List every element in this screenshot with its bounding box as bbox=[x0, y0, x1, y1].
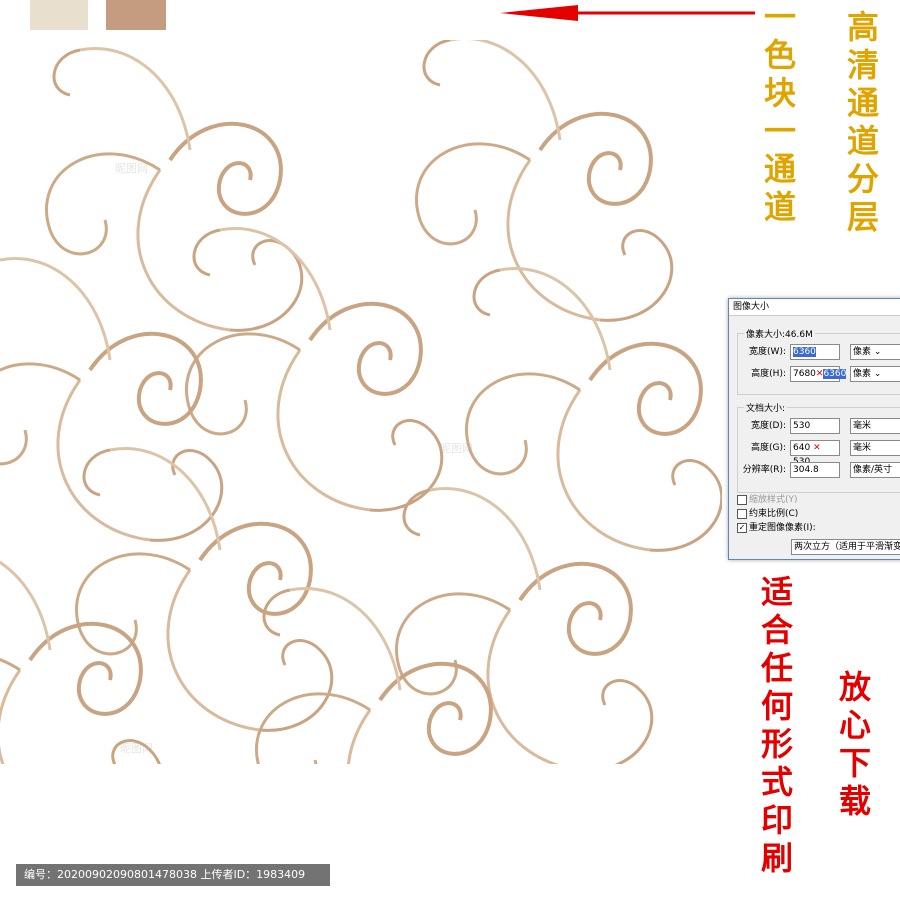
image-size-dialog: 图像大小 像素大小:46.6M 宽度(W): 6360 像素 ⌄ 高度(H): … bbox=[728, 298, 900, 560]
side-text-one-color-channel: 一色块一通道 bbox=[759, 0, 797, 228]
doc-height-label: 高度(G): bbox=[750, 443, 786, 453]
doc-width-label: 宽度(D): bbox=[751, 421, 786, 431]
side-text-suitable-print: 适合任何形式印刷 bbox=[756, 575, 794, 879]
checkbox-icon bbox=[737, 508, 747, 519]
image-info-bar: 编号：20200902090801478038 上传者ID：1983409 bbox=[16, 864, 330, 886]
constrain-proportions-checkbox[interactable]: 约束比例(C) bbox=[737, 507, 798, 521]
scale-styles-checkbox[interactable]: 缩放样式(Y) bbox=[737, 493, 798, 507]
color-swatch-dark bbox=[106, 0, 166, 30]
checkbox-icon bbox=[737, 494, 747, 505]
width-unit: 像素 bbox=[853, 347, 872, 357]
height-value-old: 7680 bbox=[793, 369, 816, 379]
watermark: 昵图网 bbox=[115, 162, 148, 175]
height-unit-select[interactable]: 像素 ⌄ bbox=[850, 366, 900, 382]
side-text-hd-layers: 高清通道分层 bbox=[842, 10, 880, 238]
doc-height-unit-select[interactable]: 毫米 bbox=[850, 440, 900, 456]
height-value-new: 6360 bbox=[823, 369, 847, 379]
resample-checkbox[interactable]: ✓ 重定图像像素(I): bbox=[737, 521, 816, 535]
height-label: 高度(H): bbox=[751, 369, 786, 379]
ornamental-scroll-pattern bbox=[0, 40, 722, 764]
side-text-download-freely: 放心下载 bbox=[834, 670, 872, 822]
pixel-size-group: 像素大小:46.6M 宽度(W): 6360 像素 ⌄ 高度(H): 7680✕… bbox=[737, 327, 900, 395]
width-input[interactable]: 6360 bbox=[790, 344, 840, 360]
resolution-unit-select[interactable]: 像素/英寸 bbox=[850, 462, 900, 478]
scale-styles-label: 缩放样式(Y) bbox=[749, 495, 798, 505]
dialog-title: 图像大小 bbox=[729, 299, 900, 316]
resolution-row: 分辨率(R): 304.8 像素/英寸 bbox=[738, 462, 900, 478]
resample-method-select[interactable]: 两次立方（适用于平滑渐变 bbox=[791, 539, 900, 555]
watermark: 昵图网 bbox=[440, 442, 473, 455]
width-row: 宽度(W): 6360 像素 ⌄ bbox=[738, 344, 900, 360]
width-label: 宽度(W): bbox=[749, 347, 786, 357]
doc-height-row: 高度(G): 640 ✕ 530 毫米 bbox=[738, 440, 900, 467]
red-arrow-icon bbox=[500, 5, 755, 21]
height-unit: 像素 bbox=[853, 369, 872, 379]
doc-size-label: 文档大小: bbox=[744, 401, 788, 414]
width-unit-select[interactable]: 像素 ⌄ bbox=[850, 344, 900, 360]
watermark: 昵图网 bbox=[120, 742, 153, 755]
resample-label: 重定图像像素(I): bbox=[749, 523, 816, 533]
document-size-group: 文档大小: 宽度(D): 530 毫米 高度(G): 640 ✕ 530 毫米 … bbox=[737, 401, 900, 493]
height-input[interactable]: 7680✕6360 bbox=[790, 366, 847, 382]
doc-width-row: 宽度(D): 530 毫米 bbox=[738, 418, 900, 434]
color-swatch-light bbox=[30, 0, 88, 30]
doc-height-input[interactable]: 640 ✕ 530 bbox=[790, 440, 840, 467]
checkmark-icon: ✓ bbox=[737, 522, 747, 533]
resolution-label: 分辨率(R): bbox=[742, 465, 786, 475]
pixel-size-label: 像素大小:46.6M bbox=[744, 327, 815, 340]
doc-width-unit-select[interactable]: 毫米 bbox=[850, 418, 900, 434]
height-row: 高度(H): 7680✕6360 像素 ⌄ bbox=[738, 366, 900, 382]
doc-height-value-old: 640 bbox=[793, 443, 811, 453]
doc-width-input[interactable]: 530 bbox=[790, 418, 840, 434]
width-value: 6360 bbox=[793, 347, 816, 357]
constrain-label: 约束比例(C) bbox=[749, 509, 799, 519]
resolution-input[interactable]: 304.8 bbox=[790, 462, 840, 478]
